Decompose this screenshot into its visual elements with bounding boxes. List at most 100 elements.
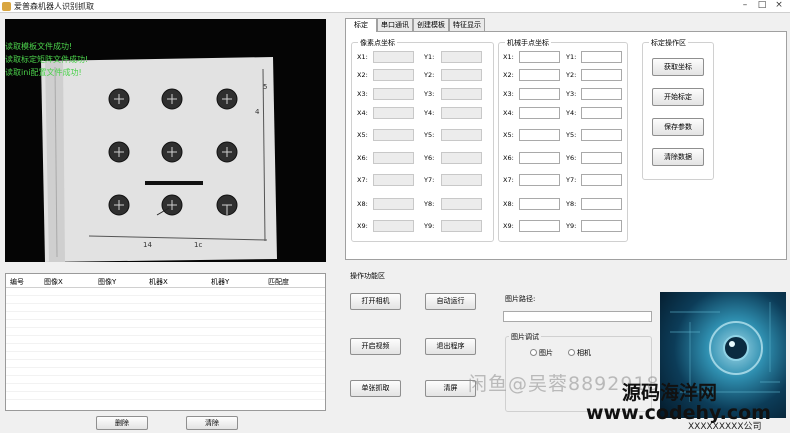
- pixel-x-field[interactable]: [373, 88, 414, 100]
- pixel-x-label: X3:: [357, 90, 368, 98]
- robot-x-field[interactable]: [519, 174, 560, 186]
- tab-serial[interactable]: 串口通讯: [377, 18, 413, 31]
- pixel-x-field[interactable]: [373, 69, 414, 81]
- robot-y-field[interactable]: [581, 198, 622, 210]
- robot-x-label: X6:: [503, 154, 514, 162]
- log-line: 读取模板文件成功!: [5, 42, 73, 51]
- board-mark-1: 14: [143, 241, 152, 249]
- radio-label: 图片: [539, 349, 553, 357]
- robot-x-label: X7:: [503, 176, 514, 184]
- delete-button[interactable]: 删除: [96, 416, 148, 430]
- radio-image[interactable]: 图片: [530, 348, 553, 358]
- image-path-input[interactable]: [503, 311, 652, 322]
- robot-x-field[interactable]: [519, 107, 560, 119]
- pixel-y-field[interactable]: [441, 152, 482, 164]
- pixel-x-field[interactable]: [373, 174, 414, 186]
- robot-x-field[interactable]: [519, 88, 560, 100]
- pixel-y-field[interactable]: [441, 51, 482, 63]
- robot-x-field[interactable]: [519, 69, 560, 81]
- robot-x-field[interactable]: [519, 152, 560, 164]
- pixel-x-field[interactable]: [373, 51, 414, 63]
- pixel-y-field[interactable]: [441, 69, 482, 81]
- table-row[interactable]: [6, 288, 325, 296]
- board-mark-3: 4: [255, 108, 260, 116]
- robot-x-field[interactable]: [519, 129, 560, 141]
- table-row[interactable]: [6, 296, 325, 304]
- table-row[interactable]: [6, 312, 325, 320]
- robot-y-field[interactable]: [581, 174, 622, 186]
- single-capture-button[interactable]: 单张抓取: [350, 380, 401, 397]
- tab-features[interactable]: 特征显示: [449, 18, 485, 31]
- window-title: 爱普森机器人识别抓取: [14, 2, 94, 11]
- robot-x-label: X9:: [503, 222, 514, 230]
- pixel-x-field[interactable]: [373, 107, 414, 119]
- radio-camera[interactable]: 相机: [568, 348, 591, 358]
- exit-program-button[interactable]: 退出程序: [425, 338, 476, 355]
- pixel-y-label: Y3:: [424, 90, 435, 98]
- pixel-x-label: X9:: [357, 222, 368, 230]
- clear-data-button[interactable]: 清除数据: [652, 148, 704, 166]
- results-table[interactable]: 编号 图像X 图像Y 机器X 机器Y 匹配度: [5, 273, 326, 411]
- maximize-button[interactable]: □: [755, 0, 769, 11]
- table-row[interactable]: [6, 384, 325, 392]
- pixel-y-field[interactable]: [441, 174, 482, 186]
- pixel-x-field[interactable]: [373, 152, 414, 164]
- table-row[interactable]: [6, 368, 325, 376]
- robot-y-field[interactable]: [581, 152, 622, 164]
- tab-calibration[interactable]: 标定: [345, 18, 377, 32]
- robot-x-field[interactable]: [519, 220, 560, 232]
- table-body: [6, 288, 325, 408]
- pixel-y-field[interactable]: [441, 220, 482, 232]
- open-camera-button[interactable]: 打开相机: [350, 293, 401, 310]
- robot-y-field[interactable]: [581, 107, 622, 119]
- pixel-x-label: X6:: [357, 154, 368, 162]
- robot-y-label: Y1:: [566, 53, 577, 61]
- robot-x-field[interactable]: [519, 198, 560, 210]
- col-header-id[interactable]: 编号: [10, 277, 24, 287]
- pixel-y-field[interactable]: [441, 198, 482, 210]
- log-line: 读取标定矩阵文件成功!: [5, 55, 89, 64]
- pixel-x-field[interactable]: [373, 198, 414, 210]
- col-header-match[interactable]: 匹配度: [268, 277, 289, 287]
- app-icon: [2, 2, 11, 11]
- table-row[interactable]: [6, 360, 325, 368]
- pixel-x-field[interactable]: [373, 220, 414, 232]
- table-row[interactable]: [6, 352, 325, 360]
- robot-y-field[interactable]: [581, 88, 622, 100]
- table-row[interactable]: [6, 344, 325, 352]
- table-row[interactable]: [6, 320, 325, 328]
- pixel-y-field[interactable]: [441, 129, 482, 141]
- table-row[interactable]: [6, 376, 325, 384]
- camera-view[interactable]: 14 1c 4 5 读取模板文件成功! 读取标定矩阵文件成功! 读取ini配置文…: [5, 19, 326, 262]
- clear-button[interactable]: 清除: [186, 416, 238, 430]
- table-row[interactable]: [6, 328, 325, 336]
- auto-run-button[interactable]: 自动运行: [425, 293, 476, 310]
- pixel-y-field[interactable]: [441, 88, 482, 100]
- tab-create-template[interactable]: 创建模板: [413, 18, 449, 31]
- pixel-y-label: Y1:: [424, 53, 435, 61]
- col-header-robot-x[interactable]: 机器X: [149, 277, 168, 287]
- robot-y-field[interactable]: [581, 220, 622, 232]
- robot-x-field[interactable]: [519, 51, 560, 63]
- pixel-x-field[interactable]: [373, 129, 414, 141]
- pixel-y-field[interactable]: [441, 107, 482, 119]
- save-params-button[interactable]: 保存参数: [652, 118, 704, 136]
- col-header-robot-y[interactable]: 机器Y: [211, 277, 229, 287]
- get-coords-button[interactable]: 获取坐标: [652, 58, 704, 76]
- robot-y-field[interactable]: [581, 129, 622, 141]
- start-calibration-button[interactable]: 开始标定: [652, 88, 704, 106]
- table-row[interactable]: [6, 336, 325, 344]
- pixel-y-label: Y8:: [424, 200, 435, 208]
- robot-y-field[interactable]: [581, 51, 622, 63]
- robot-x-label: X5:: [503, 131, 514, 139]
- image-path-label: 图片路径:: [505, 295, 536, 303]
- group-title: 标定操作区: [649, 38, 688, 48]
- table-row[interactable]: [6, 392, 325, 400]
- table-row[interactable]: [6, 304, 325, 312]
- col-header-image-y[interactable]: 图像Y: [98, 277, 116, 287]
- close-button[interactable]: ×: [772, 0, 786, 11]
- minimize-button[interactable]: –: [738, 0, 752, 11]
- col-header-image-x[interactable]: 图像X: [44, 277, 63, 287]
- start-video-button[interactable]: 开启视频: [350, 338, 401, 355]
- robot-y-field[interactable]: [581, 69, 622, 81]
